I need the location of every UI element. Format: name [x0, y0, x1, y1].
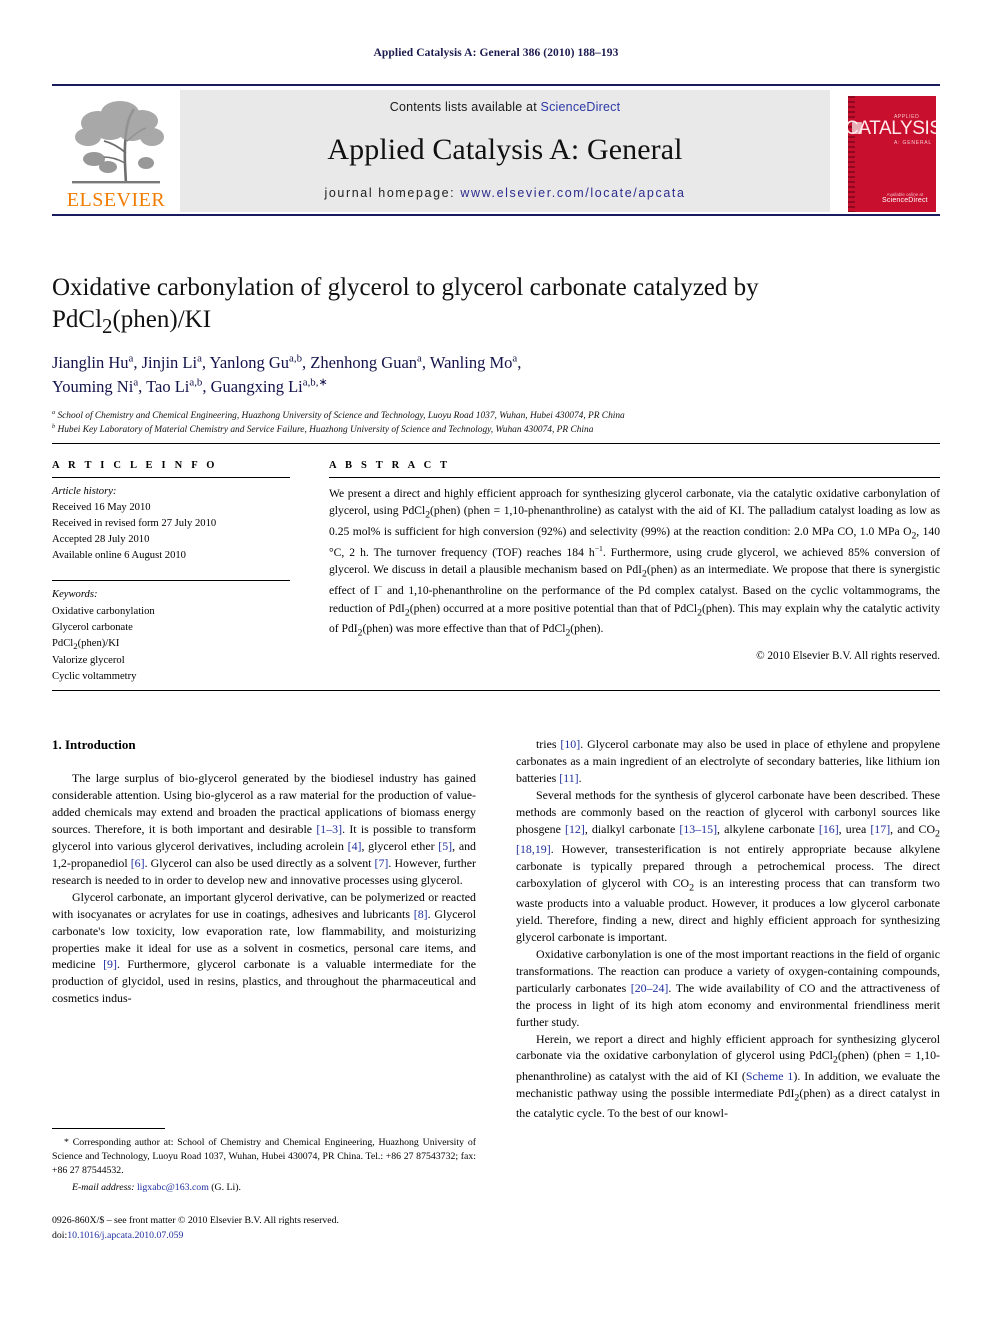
affiliations: a School of Chemistry and Chemical Engin…	[52, 409, 940, 438]
cover-footer: Available online at ScienceDirect	[882, 192, 928, 204]
article-info-header: A R T I C L E I N F O	[52, 460, 218, 471]
elsevier-wordmark: ELSEVIER	[66, 189, 166, 211]
cover-general-text: A: GENERAL	[894, 140, 933, 146]
masthead-bottom-rule	[52, 214, 940, 216]
history-item: Received in revised form 27 July 2010	[52, 518, 217, 530]
abstract-text: We present a direct and highly efficient…	[329, 487, 941, 639]
body-column-left: 1. Introduction The large surplus of bio…	[52, 736, 476, 1007]
paragraph: Several methods for the synthesis of gly…	[516, 787, 940, 945]
article-info-rule	[52, 477, 290, 478]
elsevier-logo: ELSEVIER	[52, 90, 180, 212]
paper-page: Applied Catalysis A: General 386 (2010) …	[0, 0, 992, 1323]
imprint-doi-line: doi:10.1016/j.apcata.2010.07.059	[52, 1229, 476, 1244]
info-section-top-rule	[52, 443, 940, 444]
keywords-list: Keywords: Oxidative carbonylation Glycer…	[52, 587, 290, 685]
article-info-column: Article history: Received 16 May 2010 Re…	[52, 477, 290, 685]
email-line: E-mail address: ligxabc@163.com (G. Li).	[52, 1181, 476, 1195]
history-item: Available online 6 August 2010	[52, 550, 186, 562]
introduction-heading: 1. Introduction	[52, 737, 136, 752]
keyword-item: Cyclic voltammetry	[52, 671, 137, 683]
cover-catalysis-text: CATALYSIS	[848, 118, 936, 139]
email-label: E-mail address:	[72, 1181, 135, 1193]
footnote-rule	[52, 1128, 165, 1129]
journal-homepage-link[interactable]: www.elsevier.com/locate/apcata	[460, 186, 685, 200]
author-line-2: Youming Nia, Tao Lia,b, Guangxing Lia,b,…	[52, 376, 328, 396]
history-item: Received 16 May 2010	[52, 502, 151, 514]
title-line-2-prefix: PdCl	[52, 305, 103, 333]
footnote-block: * Corresponding author at: School of Che…	[52, 1128, 476, 1243]
abstract-rule	[329, 477, 940, 478]
title-block: Oxidative carbonylation of glycerol to g…	[52, 272, 940, 438]
masthead-center-band: Contents lists available at ScienceDirec…	[180, 90, 830, 212]
title-line-2-suffix: (phen)/KI	[112, 305, 212, 333]
paragraph: Glycerol carbonate, an important glycero…	[52, 889, 476, 1006]
contents-prefix-text: Contents lists available at	[389, 100, 541, 114]
keyword-item: Valorize glycerol	[52, 655, 125, 667]
sciencedirect-link[interactable]: ScienceDirect	[541, 100, 621, 114]
author-line-1: Jianglin Hua, Jinjin Lia, Yanlong Gua,b,…	[52, 352, 522, 372]
title-line-1: Oxidative carbonylation of glycerol to g…	[52, 274, 759, 301]
cover-spine-stripe	[848, 96, 855, 212]
journal-title: Applied Catalysis A: General	[327, 133, 683, 166]
email-link[interactable]: ligxabc@163.com	[137, 1182, 209, 1193]
imprint-front-matter: 0926-860X/$ – see front matter © 2010 El…	[52, 1214, 339, 1226]
doi-link[interactable]: 10.1016/j.apcata.2010.07.059	[67, 1230, 183, 1241]
title-subscript: 2	[102, 313, 113, 338]
abstract-column: We present a direct and highly efficient…	[329, 477, 940, 662]
journal-cover-thumbnail: APPLIED CATALYSIS A: GENERAL Available o…	[844, 90, 940, 212]
cover-footer-brand: ScienceDirect	[882, 197, 928, 204]
keywords-label: Keywords:	[52, 589, 98, 601]
keyword-item: Oxidative carbonylation	[52, 605, 155, 617]
history-item: Accepted 28 July 2010	[52, 534, 150, 546]
body-column-right: tries [10]. Glycerol carbonate may also …	[516, 736, 940, 1122]
keywords-rule	[52, 580, 290, 582]
corresponding-author-note: * Corresponding author at: School of Che…	[52, 1137, 476, 1177]
imprint-block: 0926-860X/$ – see front matter © 2010 El…	[52, 1214, 476, 1243]
doi-label: doi:	[52, 1229, 68, 1241]
paragraph: The large surplus of bio-glycerol genera…	[52, 771, 476, 887]
contents-available-line: Contents lists available at ScienceDirec…	[390, 100, 621, 114]
homepage-prefix-text: journal homepage:	[324, 186, 461, 200]
info-section-bottom-rule	[52, 690, 940, 691]
copyright-line: © 2010 Elsevier B.V. All rights reserved…	[756, 650, 940, 663]
elsevier-tree-icon	[64, 97, 168, 189]
masthead-top-rule	[52, 84, 940, 86]
journal-homepage-line: journal homepage: www.elsevier.com/locat…	[325, 186, 686, 200]
abstract-header: A B S T R A C T	[329, 460, 451, 471]
author-list: Jianglin Hua, Jinjin Lia, Yanlong Gua,b,…	[52, 351, 940, 399]
paragraph: tries [10]. Glycerol carbonate may also …	[516, 737, 940, 785]
paragraph: Herein, we report a direct and highly ef…	[516, 1031, 940, 1121]
paragraph: Oxidative carbonylation is one of the mo…	[516, 946, 940, 1029]
running-head: Applied Catalysis A: General 386 (2010) …	[373, 47, 619, 59]
keyword-item: Glycerol carbonate	[52, 621, 133, 633]
keyword-item: PdCl2(phen)/KI	[52, 637, 120, 651]
email-suffix: (G. Li).	[211, 1181, 241, 1193]
article-history-label: Article history:	[52, 486, 117, 497]
journal-masthead: ELSEVIER Contents lists available at Sci…	[52, 84, 940, 216]
page-title: Oxidative carbonylation of glycerol to g…	[52, 272, 940, 339]
affiliation-b: b Hubei Key Laboratory of Material Chemi…	[52, 423, 594, 436]
article-history: Article history: Received 16 May 2010 Re…	[52, 484, 290, 564]
affiliation-a: a School of Chemistry and Chemical Engin…	[52, 408, 625, 421]
